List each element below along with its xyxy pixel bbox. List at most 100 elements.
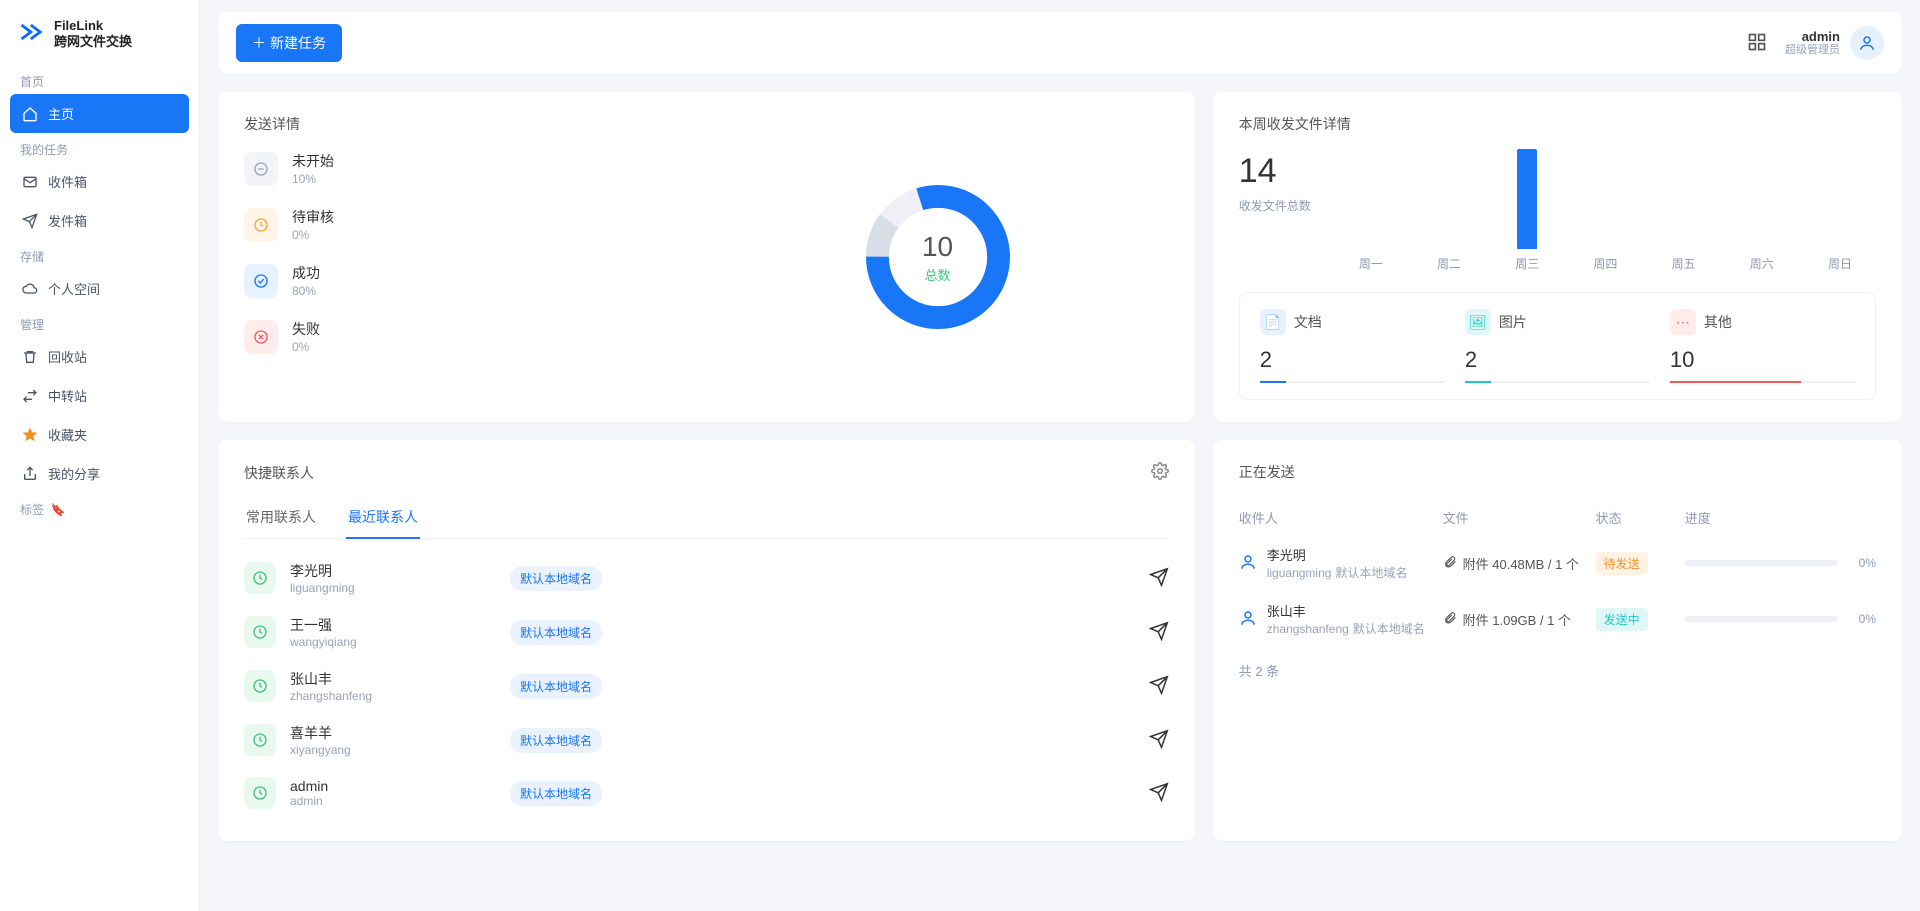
rcpt-domain: 默认本地域名 [1353,622,1425,636]
send-to-icon[interactable] [1149,621,1169,644]
send-icon [22,213,38,229]
nav-item-label: 我的分享 [48,464,100,483]
domain-tag: 默认本地域名 [510,781,602,806]
tab-recent[interactable]: 最近联系人 [346,497,420,539]
clock-icon [244,562,276,594]
donut-label: 总数 [922,265,953,284]
rcpt-name: 张山丰 [1267,601,1425,620]
rcpt-name: 李光明 [1267,545,1408,564]
nav-group-manage: 管理 [10,308,189,337]
main: ＋ 新建任务 admin 超级管理员 [200,0,1920,911]
contact-row: 王一强wangyiqiang 默认本地域名 [244,605,1169,659]
topbar: ＋ 新建任务 admin 超级管理员 [218,12,1902,74]
status-icon [244,208,278,242]
sending-title: 正在发送 [1239,462,1876,482]
status-label: 待审核 [292,208,334,228]
attachment-icon [1443,555,1457,572]
category-icon: 📄 [1260,309,1286,335]
bar-label: 周一 [1359,255,1383,272]
bar-label: 周三 [1515,255,1539,272]
progress-pct: 0% [1846,612,1876,626]
nav-item-label: 中转站 [48,386,87,405]
file-info: 附件 1.09GB / 1 个 [1463,610,1571,629]
week-title: 本周收发文件详情 [1239,114,1876,134]
avatar [1850,26,1884,60]
status-icon [244,264,278,298]
sending-row: 张山丰 zhangshanfeng默认本地域名 附件 1.09GB / 1 个 … [1239,591,1876,647]
gear-icon[interactable] [1151,462,1169,483]
clock-icon [244,724,276,756]
bar-column: 周日 [1804,249,1876,272]
nav-item-favorite[interactable]: 收藏夹 [10,415,189,454]
share-icon [22,466,38,482]
contact-row: adminadmin 默认本地域名 [244,767,1169,819]
user-name: admin [1785,29,1840,45]
category-value: 2 [1260,347,1445,373]
bar-label: 周日 [1828,255,1852,272]
send-to-icon[interactable] [1149,729,1169,752]
progress-pct: 0% [1846,556,1876,570]
bar-column: 周一 [1335,249,1407,272]
contact-row: 李光明liguangming 默认本地域名 [244,551,1169,605]
contact-name: 王一强 [290,615,510,635]
nav-group-storage: 存储 [10,240,189,269]
col-file: 文件 [1443,508,1596,527]
send-status-row: 未开始 10% [244,152,706,186]
week-subtitle: 收发文件总数 [1239,197,1311,214]
status-pct: 0% [292,340,320,354]
nav-item-outbox[interactable]: 发件箱 [10,201,189,240]
clock-icon [244,616,276,648]
bookmark-icon: 🔖 [51,503,66,517]
send-to-icon[interactable] [1149,782,1169,805]
nav-item-recycle[interactable]: 回收站 [10,337,189,376]
domain-tag: 默认本地域名 [510,620,602,645]
contact-row: 喜羊羊xiyangyang 默认本地域名 [244,713,1169,767]
category-item: 📄 文档 2 [1260,309,1445,383]
send-status-row: 待审核 0% [244,208,706,242]
home-icon [22,106,38,122]
category-box: 📄 文档 2 🖼 图片 2 ⋯ 其他 10 [1239,292,1876,400]
star-icon [22,427,38,443]
trash-icon [22,349,38,365]
category-item: 🖼 图片 2 [1465,309,1650,383]
bar-label: 周二 [1437,255,1461,272]
user-menu[interactable]: admin 超级管理员 [1785,26,1884,60]
nav-item-personal[interactable]: 个人空间 [10,269,189,308]
nav-item-label: 发件箱 [48,211,87,230]
new-task-button[interactable]: ＋ 新建任务 [236,24,342,62]
file-info: 附件 40.48MB / 1 个 [1463,554,1579,573]
progress-bar [1685,560,1838,566]
nav-item-transfer[interactable]: 中转站 [10,376,189,415]
category-name: 文档 [1294,312,1322,332]
logo[interactable]: FileLink 跨网文件交换 [10,12,189,65]
category-name: 图片 [1499,312,1527,332]
card-sending: 正在发送 收件人 文件 状态 进度 李光明 liguangming默认本地域名 … [1213,440,1902,841]
bar-chart: 周一 周二 周三 周四 周五 周六 周日 [1335,152,1876,272]
category-value: 2 [1465,347,1650,373]
send-to-icon[interactable] [1149,567,1169,590]
bar-column: 周六 [1726,249,1798,272]
new-task-label: 新建任务 [270,33,326,53]
contact-name: 李光明 [290,561,510,581]
week-total: 14 [1239,152,1311,191]
nav-item-label: 回收站 [48,347,87,366]
category-value: 10 [1670,347,1855,373]
logo-icon [18,18,46,49]
nav-item-label: 收藏夹 [48,425,87,444]
nav-item-share[interactable]: 我的分享 [10,454,189,493]
col-status: 状态 [1596,508,1685,527]
nav-group-tasks: 我的任务 [10,133,189,162]
logo-text: FileLink 跨网文件交换 [54,18,132,49]
rcpt-domain: 默认本地域名 [1335,566,1407,580]
apps-icon[interactable] [1747,32,1767,55]
nav-item-home[interactable]: 主页 [10,94,189,133]
category-name: 其他 [1704,312,1732,332]
nav-item-inbox[interactable]: 收件箱 [10,162,189,201]
contact-name: 张山丰 [290,669,510,689]
progress-bar [1685,616,1838,622]
tab-frequent[interactable]: 常用联系人 [244,497,318,539]
status-pct: 0% [292,228,334,242]
category-item: ⋯ 其他 10 [1670,309,1855,383]
contact-user: zhangshanfeng [290,689,510,703]
send-to-icon[interactable] [1149,675,1169,698]
